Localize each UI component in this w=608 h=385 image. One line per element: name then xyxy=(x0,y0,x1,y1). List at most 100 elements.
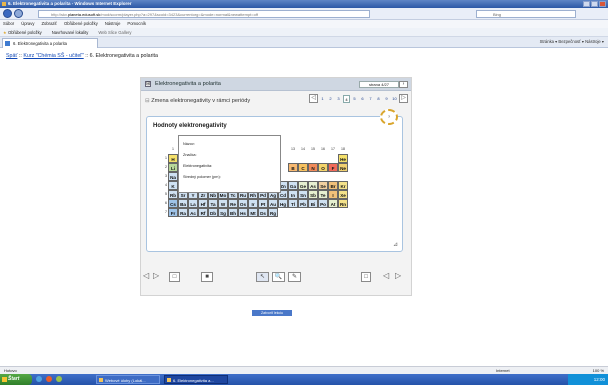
favorites-button[interactable]: ★ Obľúbené položky xyxy=(3,28,42,37)
note-tool-icon[interactable]: ✎ xyxy=(288,272,301,282)
element-ac[interactable]: Ac xyxy=(188,208,198,217)
next-icon-right[interactable]: ▷ xyxy=(395,272,401,282)
quicklaunch-desktop-icon[interactable] xyxy=(56,376,62,382)
end-button[interactable]: □ xyxy=(361,272,371,282)
element-n[interactable]: N xyxy=(308,163,318,172)
element-pt[interactable]: Pt xyxy=(258,199,268,208)
search-tool-icon[interactable]: 🔍 xyxy=(272,272,285,282)
task-button-web[interactable]: Webové úlohy (Lokál... xyxy=(96,375,160,384)
help-badge[interactable]: ? xyxy=(380,109,398,125)
element-rg[interactable]: Rg xyxy=(268,208,278,217)
page-number[interactable]: 9 xyxy=(383,95,390,103)
element-tl[interactable]: Tl xyxy=(288,199,298,208)
element-ba[interactable]: Ba xyxy=(178,199,188,208)
element-in[interactable]: In xyxy=(288,190,298,199)
next-page-icon[interactable]: ▷ xyxy=(399,94,408,103)
element-se[interactable]: Se xyxy=(318,181,328,190)
pointer-tool-icon[interactable]: ↖ xyxy=(256,272,269,282)
element-bh[interactable]: Bh xyxy=(228,208,238,217)
prev-icon[interactable]: ◁ xyxy=(143,272,149,282)
element-he[interactable]: He xyxy=(338,154,348,163)
maximize-button[interactable] xyxy=(591,1,598,7)
resize-handle-icon[interactable]: ⊿ xyxy=(393,241,398,248)
element-ne[interactable]: Ne xyxy=(338,163,348,172)
quicklaunch-media-icon[interactable] xyxy=(46,376,52,382)
element-os[interactable]: Os xyxy=(238,199,248,208)
forward-icon[interactable] xyxy=(14,9,23,18)
header-next-button[interactable]: › xyxy=(399,81,408,88)
page-button[interactable]: □ xyxy=(169,272,180,282)
element-ds[interactable]: Ds xyxy=(258,208,268,217)
element-k[interactable]: K xyxy=(168,181,178,190)
page-number[interactable]: 4 xyxy=(343,94,350,103)
breadcrumb-course-link[interactable]: Kurz "Chémia SŠ - učiteľ" xyxy=(23,53,83,59)
element-sn[interactable]: Sn xyxy=(298,190,308,199)
back-icon[interactable] xyxy=(3,9,12,18)
zoom-level[interactable]: 100 % xyxy=(593,367,604,374)
element-c[interactable]: C xyxy=(298,163,308,172)
element-rn[interactable]: Rn xyxy=(338,199,348,208)
element-sb[interactable]: Sb xyxy=(308,190,318,199)
element-pb[interactable]: Pb xyxy=(298,199,308,208)
address-input[interactable]: http://skv.planeta.edusoft.sk/mod/scorm/… xyxy=(38,10,370,18)
element-ir[interactable]: Ir xyxy=(248,199,258,208)
element-li[interactable]: Li xyxy=(168,163,178,172)
expand-icon[interactable]: ⊞ xyxy=(145,81,151,87)
element-at[interactable]: At xyxy=(328,199,338,208)
element-cs[interactable]: Cs xyxy=(168,199,178,208)
element-h[interactable]: H xyxy=(168,154,178,163)
element-ga[interactable]: Ga xyxy=(288,181,298,190)
element-xe[interactable]: Xe xyxy=(338,190,348,199)
element-hf[interactable]: Hf xyxy=(198,199,208,208)
page-number[interactable]: 8 xyxy=(375,95,382,103)
page-number[interactable]: 3 xyxy=(335,95,342,103)
element-br[interactable]: Br xyxy=(328,181,338,190)
page-number[interactable]: 7 xyxy=(367,95,374,103)
element-na[interactable]: Na xyxy=(168,172,178,181)
close-lesson-button[interactable]: Zatvoriť lekciu xyxy=(252,310,292,316)
close-window-button[interactable] xyxy=(599,1,606,7)
element-w[interactable]: W xyxy=(218,199,228,208)
favorite-web-slice[interactable]: Web Slice Gallery xyxy=(98,28,131,37)
next-icon[interactable]: ▷ xyxy=(153,272,159,282)
prev-page-icon[interactable]: ◁ xyxy=(309,94,318,103)
element-ra[interactable]: Ra xyxy=(178,208,188,217)
element-b[interactable]: B xyxy=(288,163,298,172)
element-o[interactable]: O xyxy=(318,163,328,172)
element-mt[interactable]: Mt xyxy=(248,208,258,217)
breadcrumb-back-link[interactable]: Späť xyxy=(6,53,17,59)
element-la[interactable]: La xyxy=(188,199,198,208)
page-number[interactable]: 1 xyxy=(319,95,326,103)
start-button[interactable]: Štart xyxy=(0,374,32,385)
element-sg[interactable]: Sg xyxy=(218,208,228,217)
menu-button[interactable]: ■ xyxy=(201,272,213,282)
quicklaunch-ie-icon[interactable] xyxy=(36,376,42,382)
element-rf[interactable]: Rf xyxy=(198,208,208,217)
element-au[interactable]: Au xyxy=(268,199,278,208)
element-rb[interactable]: Rb xyxy=(168,190,178,199)
element-kr[interactable]: Kr xyxy=(338,181,348,190)
favorite-suggested-sites[interactable]: Navrhované lokality xyxy=(52,28,89,37)
page-number[interactable]: 5 xyxy=(351,95,358,103)
element-bi[interactable]: Bi xyxy=(308,199,318,208)
element-i[interactable]: I xyxy=(328,190,338,199)
task-button-lesson[interactable]: 6. Elektronegativita a... xyxy=(164,375,228,384)
prev-icon-right[interactable]: ◁ xyxy=(383,272,389,282)
element-po[interactable]: Po xyxy=(318,199,328,208)
element-fr[interactable]: Fr xyxy=(168,208,178,217)
page-number[interactable]: 10 xyxy=(391,95,398,103)
search-input[interactable]: Bing xyxy=(476,10,576,18)
element-as[interactable]: As xyxy=(308,181,318,190)
element-ta[interactable]: Ta xyxy=(208,199,218,208)
page-number[interactable]: 6 xyxy=(359,95,366,103)
minimize-button[interactable] xyxy=(583,1,590,7)
element-db[interactable]: Db xyxy=(208,208,218,217)
page-number[interactable]: 2 xyxy=(327,95,334,103)
element-hs[interactable]: Hs xyxy=(238,208,248,217)
element-re[interactable]: Re xyxy=(228,199,238,208)
tab-lesson[interactable]: 6. Elektronegativita a polarita xyxy=(2,38,98,48)
element-ge[interactable]: Ge xyxy=(298,181,308,190)
element-te[interactable]: Te xyxy=(318,190,328,199)
element-f[interactable]: F xyxy=(328,163,338,172)
command-bar[interactable]: Stránka ▾ Bezpečnosť ▾ Nástroje ▾ xyxy=(540,39,604,44)
